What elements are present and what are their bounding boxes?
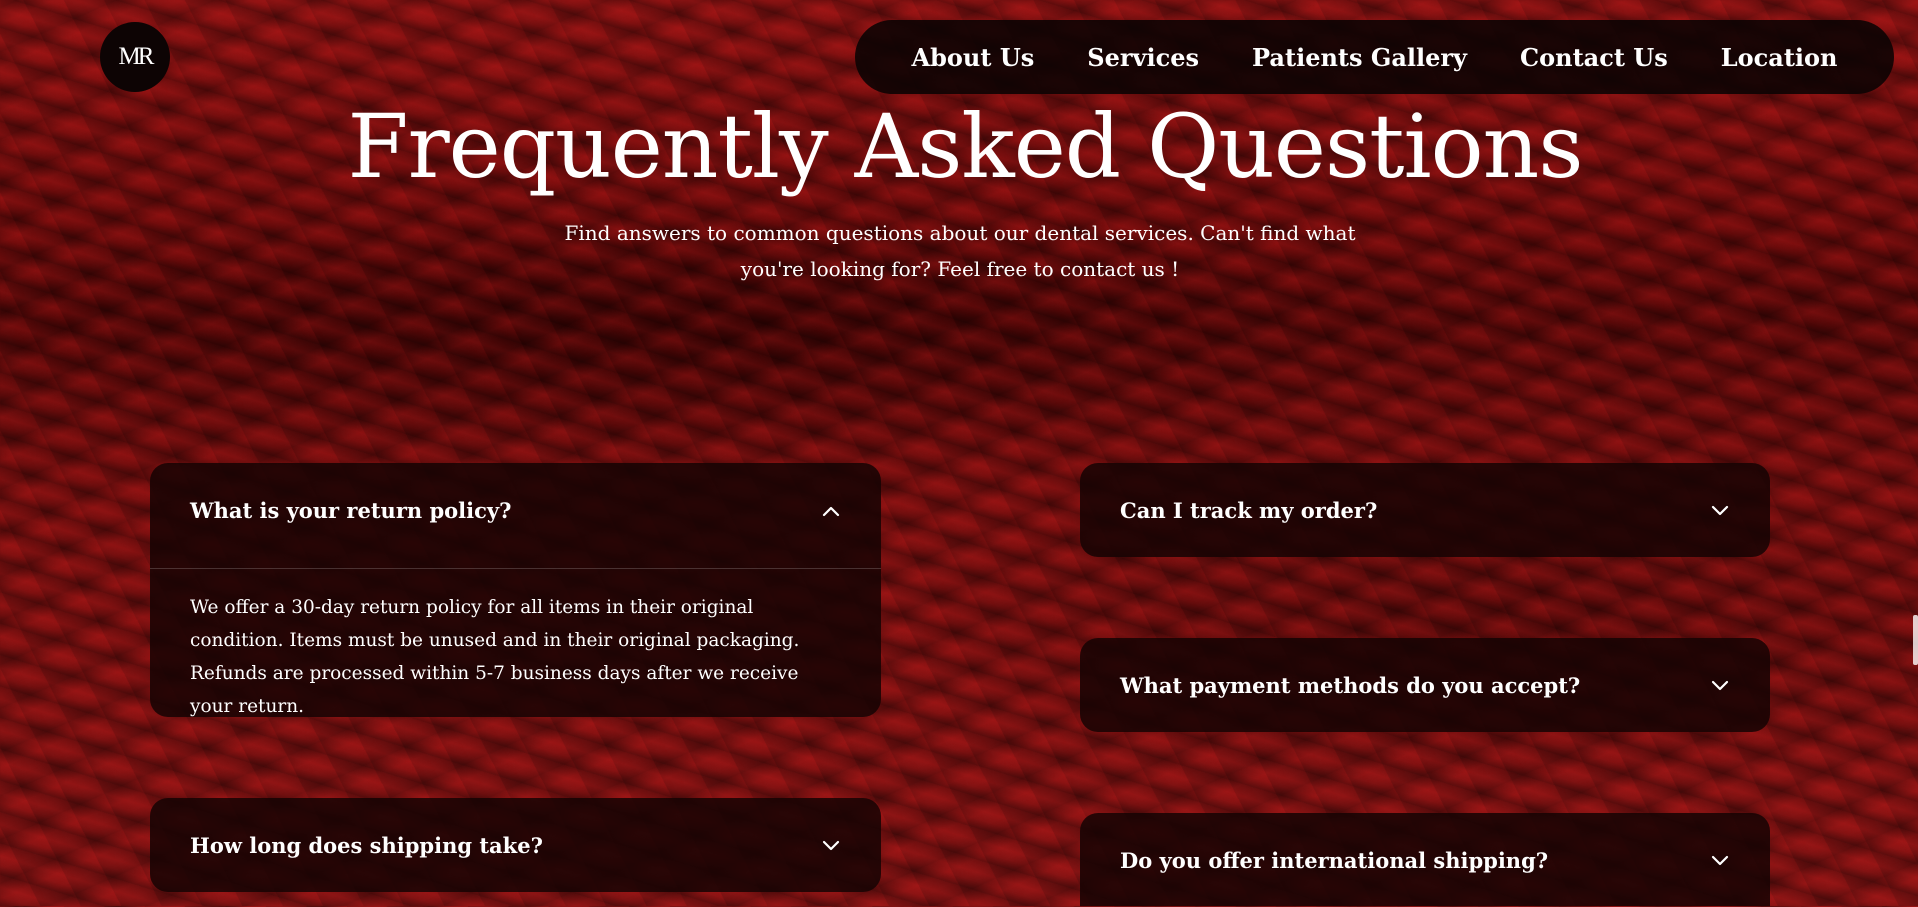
faq-question: What payment methods do you accept? bbox=[1120, 672, 1581, 698]
faq-toggle[interactable]: Do you offer international shipping? bbox=[1080, 813, 1770, 907]
faq-question: Do you offer international shipping? bbox=[1120, 847, 1549, 873]
nav-about-us[interactable]: About Us bbox=[912, 43, 1035, 72]
faq-item-return-policy: What is your return policy? We offer a 3… bbox=[150, 463, 881, 717]
faq-item-shipping-time: How long does shipping take? bbox=[150, 798, 881, 892]
faq-answer: We offer a 30-day return policy for all … bbox=[190, 597, 800, 717]
nav-contact-us[interactable]: Contact Us bbox=[1520, 43, 1668, 72]
faq-question: Can I track my order? bbox=[1120, 497, 1378, 523]
logo-text: MR bbox=[118, 43, 155, 70]
chevron-up-icon bbox=[821, 501, 841, 521]
logo[interactable]: MR bbox=[100, 22, 170, 92]
chevron-down-icon bbox=[1710, 850, 1730, 870]
faq-item-international-shipping: Do you offer international shipping? bbox=[1080, 813, 1770, 906]
chevron-down-icon bbox=[1710, 500, 1730, 520]
faq-question: What is your return policy? bbox=[190, 498, 512, 523]
page-subtitle: Find answers to common questions about o… bbox=[564, 221, 1356, 281]
nav-location[interactable]: Location bbox=[1721, 43, 1838, 72]
faq-toggle[interactable]: Can I track my order? bbox=[1080, 463, 1770, 557]
scrollbar-thumb[interactable] bbox=[1913, 615, 1918, 665]
faq-question: How long does shipping take? bbox=[190, 832, 543, 858]
chevron-down-icon bbox=[821, 835, 841, 855]
page-title: Frequently Asked Questions bbox=[347, 95, 1584, 198]
faq-item-payment-methods: What payment methods do you accept? bbox=[1080, 638, 1770, 732]
faq-toggle[interactable]: How long does shipping take? bbox=[150, 798, 881, 892]
faq-toggle[interactable]: What payment methods do you accept? bbox=[1080, 638, 1770, 732]
faq-item-track-order: Can I track my order? bbox=[1080, 463, 1770, 557]
nav-services[interactable]: Services bbox=[1087, 43, 1199, 72]
chevron-down-icon bbox=[1710, 675, 1730, 695]
main-nav: About Us Services Patients Gallery Conta… bbox=[855, 20, 1894, 94]
nav-patients-gallery[interactable]: Patients Gallery bbox=[1252, 43, 1467, 72]
faq-toggle[interactable]: What is your return policy? bbox=[150, 463, 881, 558]
